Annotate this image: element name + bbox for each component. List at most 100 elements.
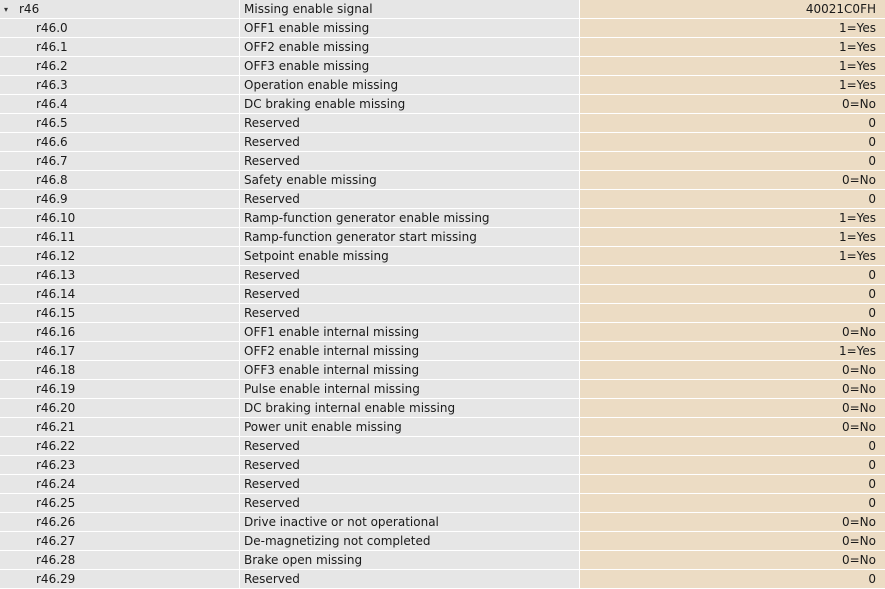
bit-value[interactable]: 1=Yes (580, 19, 885, 37)
bit-description: Pulse enable internal missing (240, 380, 580, 398)
bit-value[interactable]: 0=No (580, 95, 885, 113)
parameter-bit-row[interactable]: r46.12 Setpoint enable missing 1=Yes (0, 247, 885, 266)
bit-value[interactable]: 0 (580, 190, 885, 208)
bit-description: Drive inactive or not operational (240, 513, 580, 531)
bit-description: Reserved (240, 190, 580, 208)
bit-parameter-number: r46.28 (0, 551, 240, 569)
bit-parameter-number: r46.11 (0, 228, 240, 246)
bit-parameter-number: r46.27 (0, 532, 240, 550)
bit-description: Operation enable missing (240, 76, 580, 94)
parameter-bit-row[interactable]: r46.15 Reserved 0 (0, 304, 885, 323)
bit-value[interactable]: 1=Yes (580, 247, 885, 265)
bit-description: DC braking internal enable missing (240, 399, 580, 417)
parameter-bit-row[interactable]: r46.28 Brake open missing 0=No (0, 551, 885, 570)
bit-parameter-number: r46.29 (0, 570, 240, 588)
bit-value[interactable]: 0=No (580, 532, 885, 550)
bit-value[interactable]: 0=No (580, 323, 885, 341)
bit-value[interactable]: 0 (580, 437, 885, 455)
parameter-bit-row[interactable]: r46.27 De-magnetizing not completed 0=No (0, 532, 885, 551)
bit-description: Reserved (240, 494, 580, 512)
bit-value[interactable]: 0=No (580, 399, 885, 417)
parameter-bit-row[interactable]: r46.23 Reserved 0 (0, 456, 885, 475)
bit-value[interactable]: 0 (580, 133, 885, 151)
bit-value[interactable]: 0=No (580, 551, 885, 569)
bit-value[interactable]: 1=Yes (580, 342, 885, 360)
bit-parameter-number: r46.16 (0, 323, 240, 341)
bit-value[interactable]: 0 (580, 475, 885, 493)
bit-value[interactable]: 1=Yes (580, 76, 885, 94)
bit-parameter-number: r46.24 (0, 475, 240, 493)
bit-value[interactable]: 1=Yes (580, 228, 885, 246)
bit-value[interactable]: 0=No (580, 513, 885, 531)
parameter-bit-row[interactable]: r46.0 OFF1 enable missing 1=Yes (0, 19, 885, 38)
parameter-bit-row[interactable]: r46.20 DC braking internal enable missing… (0, 399, 885, 418)
parameter-bit-row[interactable]: r46.9 Reserved 0 (0, 190, 885, 209)
bit-value[interactable]: 0 (580, 304, 885, 322)
bit-value[interactable]: 1=Yes (580, 209, 885, 227)
bit-description: Ramp-function generator start missing (240, 228, 580, 246)
bit-value[interactable]: 0 (580, 152, 885, 170)
parameter-bit-row[interactable]: r46.19 Pulse enable internal missing 0=No (0, 380, 885, 399)
parameter-bit-row[interactable]: r46.18 OFF3 enable internal missing 0=No (0, 361, 885, 380)
parameter-bit-row[interactable]: r46.11 Ramp-function generator start miss… (0, 228, 885, 247)
parameter-bit-row[interactable]: r46.2 OFF3 enable missing 1=Yes (0, 57, 885, 76)
bit-description: Brake open missing (240, 551, 580, 569)
bit-description: Setpoint enable missing (240, 247, 580, 265)
bit-parameter-number: r46.4 (0, 95, 240, 113)
bit-value[interactable]: 0 (580, 570, 885, 588)
parameter-bit-row[interactable]: r46.24 Reserved 0 (0, 475, 885, 494)
parameter-bit-row[interactable]: r46.26 Drive inactive or not operational 0… (0, 513, 885, 532)
bit-description: Reserved (240, 266, 580, 284)
bit-description: Reserved (240, 285, 580, 303)
parameter-bit-row[interactable]: r46.16 OFF1 enable internal missing 0=No (0, 323, 885, 342)
bit-parameter-number: r46.13 (0, 266, 240, 284)
bit-parameter-number: r46.2 (0, 57, 240, 75)
bit-value[interactable]: 0=No (580, 171, 885, 189)
bit-value[interactable]: 0=No (580, 380, 885, 398)
bit-description: OFF2 enable missing (240, 38, 580, 56)
bit-value[interactable]: 0=No (580, 418, 885, 436)
bit-parameter-number: r46.3 (0, 76, 240, 94)
parameter-bit-row[interactable]: r46.7 Reserved 0 (0, 152, 885, 171)
parameter-table: ▾ r46 Missing enable signal 40021C0FH r4… (0, 0, 885, 589)
bit-parameter-number: r46.26 (0, 513, 240, 531)
bit-description: OFF2 enable internal missing (240, 342, 580, 360)
bit-parameter-number: r46.7 (0, 152, 240, 170)
parameter-bit-row[interactable]: r46.10 Ramp-function generator enable mis… (0, 209, 885, 228)
bit-parameter-number: r46.0 (0, 19, 240, 37)
parameter-bit-row[interactable]: r46.14 Reserved 0 (0, 285, 885, 304)
bit-value[interactable]: 1=Yes (580, 38, 885, 56)
collapse-triangle-icon[interactable]: ▾ (4, 0, 8, 18)
parameter-bit-row[interactable]: r46.25 Reserved 0 (0, 494, 885, 513)
bit-description: Reserved (240, 570, 580, 588)
parameter-bit-row[interactable]: r46.1 OFF2 enable missing 1=Yes (0, 38, 885, 57)
bit-value[interactable]: 0 (580, 285, 885, 303)
bit-parameter-number: r46.5 (0, 114, 240, 132)
bit-description: Reserved (240, 456, 580, 474)
bit-description: Reserved (240, 304, 580, 322)
bit-parameter-number: r46.8 (0, 171, 240, 189)
bit-parameter-number: r46.6 (0, 133, 240, 151)
bit-value[interactable]: 0 (580, 266, 885, 284)
bit-value[interactable]: 1=Yes (580, 57, 885, 75)
parameter-number: r46 (19, 2, 40, 16)
parameter-value[interactable]: 40021C0FH (580, 0, 885, 18)
bit-description: Reserved (240, 133, 580, 151)
parameter-bit-row[interactable]: r46.6 Reserved 0 (0, 133, 885, 152)
parameter-bit-row[interactable]: r46.29 Reserved 0 (0, 570, 885, 589)
parameter-bit-row[interactable]: r46.3 Operation enable missing 1=Yes (0, 76, 885, 95)
parameter-bit-row[interactable]: r46.17 OFF2 enable internal missing 1=Yes (0, 342, 885, 361)
parameter-bit-row[interactable]: r46.21 Power unit enable missing 0=No (0, 418, 885, 437)
parameter-row-r46[interactable]: ▾ r46 Missing enable signal 40021C0FH (0, 0, 885, 19)
parameter-bit-row[interactable]: r46.4 DC braking enable missing 0=No (0, 95, 885, 114)
bit-value[interactable]: 0 (580, 456, 885, 474)
parameter-bit-row[interactable]: r46.13 Reserved 0 (0, 266, 885, 285)
bit-description: Reserved (240, 475, 580, 493)
bit-value[interactable]: 0=No (580, 361, 885, 379)
bit-description: OFF1 enable missing (240, 19, 580, 37)
parameter-bit-row[interactable]: r46.22 Reserved 0 (0, 437, 885, 456)
parameter-bit-row[interactable]: r46.5 Reserved 0 (0, 114, 885, 133)
bit-value[interactable]: 0 (580, 114, 885, 132)
parameter-bit-row[interactable]: r46.8 Safety enable missing 0=No (0, 171, 885, 190)
bit-value[interactable]: 0 (580, 494, 885, 512)
